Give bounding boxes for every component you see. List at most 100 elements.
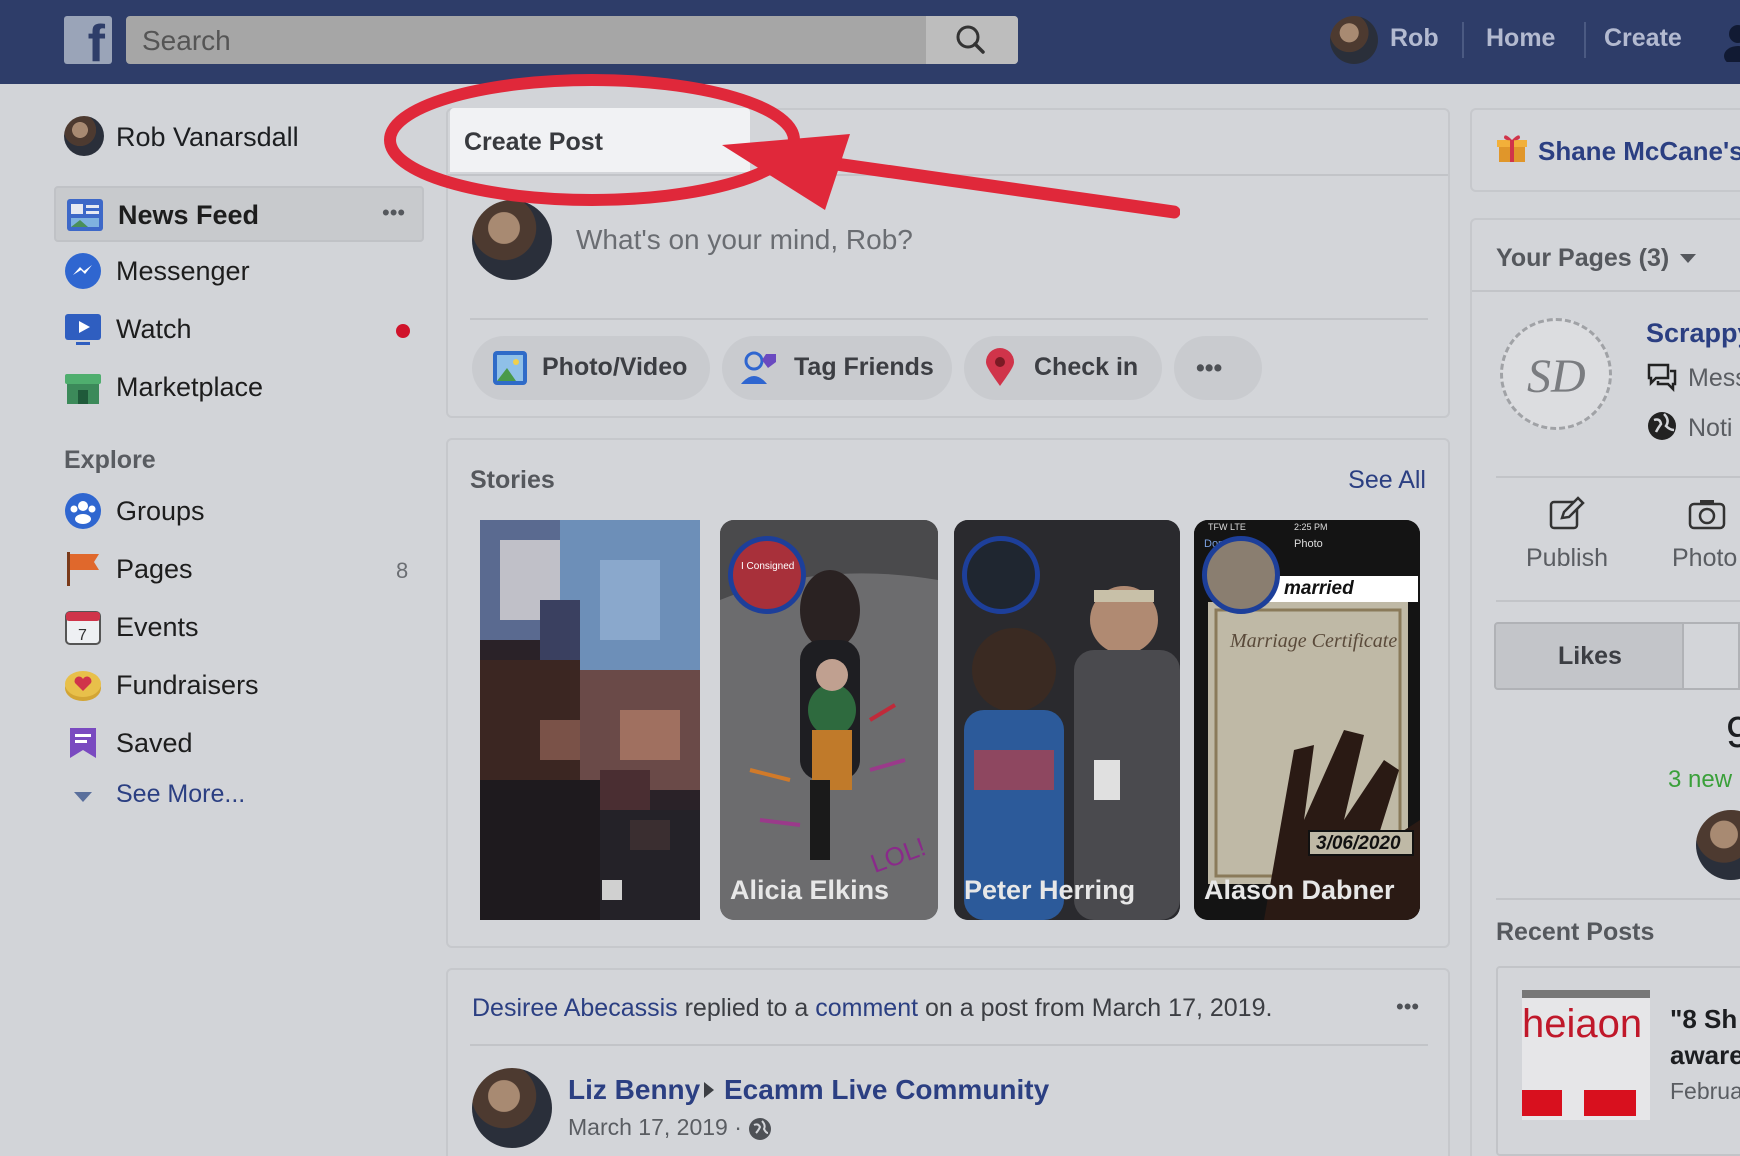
pages-flag-icon bbox=[67, 552, 99, 586]
search-input[interactable]: Search bbox=[126, 16, 1018, 64]
page-name-link[interactable]: Scrappy bbox=[1646, 318, 1740, 349]
check-in-label: Check in bbox=[1034, 353, 1139, 381]
page-logo[interactable]: SD bbox=[1500, 318, 1612, 430]
sidebar-item-fundraisers[interactable]: Fundraisers bbox=[54, 658, 424, 714]
search-button[interactable] bbox=[926, 16, 1018, 64]
group-link[interactable]: Ecamm Live Community bbox=[724, 1074, 1049, 1106]
story-name: Peter Herring bbox=[964, 875, 1136, 905]
recent-post-thumbnail: heiaon bbox=[1522, 990, 1650, 1120]
birthday-link[interactable]: Shane McCane's bbox=[1538, 136, 1740, 167]
messages-icon[interactable] bbox=[1646, 362, 1678, 392]
home-link[interactable]: Home bbox=[1486, 24, 1555, 53]
user-avatar[interactable] bbox=[1330, 16, 1378, 64]
phone-photo-title: Photo bbox=[1294, 538, 1323, 550]
your-pages-heading[interactable]: Your Pages (3) bbox=[1496, 244, 1669, 273]
sidebar-item-marketplace[interactable]: Marketplace bbox=[54, 360, 424, 416]
stories-heading: Stories bbox=[470, 466, 555, 494]
story-avatar-ring bbox=[1202, 536, 1280, 614]
sidebar-item-saved[interactable]: Saved bbox=[54, 716, 424, 772]
divider bbox=[470, 1044, 1428, 1046]
saved-icon bbox=[70, 728, 96, 758]
composer-more-button[interactable]: ••• bbox=[1174, 336, 1262, 400]
divider bbox=[1496, 476, 1740, 478]
photo-button-label[interactable]: Photo bbox=[1672, 544, 1737, 573]
sidebar-item-label: Pages bbox=[116, 554, 193, 584]
post-date[interactable]: March 17, 2019 · bbox=[568, 1114, 742, 1141]
story-avatar-text: I Consigned bbox=[741, 561, 795, 572]
sidebar-item-news-feed[interactable]: News Feed ••• bbox=[54, 186, 424, 242]
nav-divider bbox=[1584, 22, 1586, 58]
composer-input[interactable]: What's on your mind, Rob? bbox=[576, 224, 913, 256]
sidebar-item-label: Watch bbox=[116, 314, 192, 344]
facebook-logo-icon[interactable]: f bbox=[64, 16, 112, 64]
likes-tab-label: Likes bbox=[1558, 642, 1622, 670]
page-logo-text: SD bbox=[1527, 350, 1586, 403]
new-likes-count: 3 new bbox=[1668, 766, 1733, 793]
thumbnail-text: heiaon bbox=[1522, 1002, 1643, 1046]
story-card[interactable]: TFW LTE 2:25 PM Done Photo married Marri… bbox=[1194, 520, 1420, 920]
story-card[interactable]: I Consigned LOL! Alicia Elkins bbox=[720, 520, 938, 920]
see-all-stories-link[interactable]: See All bbox=[1348, 466, 1426, 495]
globe-notifications-icon[interactable] bbox=[1646, 410, 1678, 442]
sidebar-item-events[interactable]: 7 Events bbox=[54, 600, 424, 656]
profile-avatar[interactable] bbox=[64, 116, 104, 156]
sidebar-item-groups[interactable]: Groups bbox=[54, 484, 424, 540]
comment-link[interactable]: comment bbox=[815, 994, 918, 1022]
likes-count: 9 bbox=[1726, 708, 1740, 757]
page-notifications-label[interactable]: Noti bbox=[1688, 414, 1732, 443]
globe-icon bbox=[749, 1118, 771, 1140]
profile-name-link[interactable]: Rob Vanarsdall bbox=[116, 122, 299, 153]
recent-post-title-line2: aware bbox=[1670, 1040, 1740, 1070]
groups-icon bbox=[65, 493, 101, 529]
sidebar-item-label: Saved bbox=[116, 728, 193, 758]
profile-link[interactable]: Rob bbox=[1390, 24, 1439, 53]
tab-next[interactable] bbox=[1684, 622, 1740, 690]
photo-video-label: Photo/Video bbox=[542, 353, 688, 381]
story-name: Alicia Elkins bbox=[730, 875, 890, 905]
dropdown-caret-icon[interactable] bbox=[1680, 254, 1696, 263]
sidebar-item-label: Fundraisers bbox=[116, 670, 259, 700]
tag-friends-button[interactable]: Tag Friends bbox=[722, 336, 952, 400]
photo-video-icon bbox=[493, 351, 527, 385]
svg-text:7: 7 bbox=[78, 627, 87, 644]
caret-right-icon bbox=[704, 1082, 714, 1098]
divider bbox=[1496, 600, 1740, 602]
search-icon bbox=[956, 25, 985, 54]
publish-button-label[interactable]: Publish bbox=[1526, 544, 1608, 573]
page-messages-label[interactable]: Mess bbox=[1688, 364, 1740, 393]
sidebar-item-label: Marketplace bbox=[116, 372, 264, 402]
explore-heading: Explore bbox=[64, 446, 156, 474]
sidebar-item-label: Messenger bbox=[116, 256, 250, 286]
tab-likes[interactable]: Likes bbox=[1494, 622, 1684, 690]
publish-edit-icon[interactable] bbox=[1548, 496, 1586, 532]
camera-icon[interactable] bbox=[1688, 498, 1726, 530]
pages-count: 8 bbox=[396, 558, 409, 583]
notification-dot bbox=[396, 324, 410, 338]
story-date-text: 3/06/2020 bbox=[1316, 833, 1401, 854]
story-avatar-ring bbox=[962, 536, 1040, 614]
story-card[interactable] bbox=[480, 520, 700, 920]
check-in-button[interactable]: Check in bbox=[964, 336, 1162, 400]
see-more-link[interactable]: See More... bbox=[116, 780, 245, 809]
sidebar-item-watch[interactable]: Watch bbox=[54, 302, 424, 358]
gift-icon bbox=[1497, 135, 1527, 162]
post-more-options-icon[interactable]: ••• bbox=[1396, 994, 1419, 1020]
friend-requests-icon[interactable] bbox=[1722, 22, 1740, 62]
story-overlay-text: married bbox=[1284, 578, 1354, 599]
phone-time-text: 2:25 PM bbox=[1294, 522, 1328, 532]
create-link[interactable]: Create bbox=[1604, 24, 1682, 53]
author-avatar[interactable] bbox=[472, 1068, 552, 1148]
actor-link[interactable]: Desiree Abecassis bbox=[472, 994, 678, 1022]
sidebar-item-messenger[interactable]: Messenger bbox=[54, 244, 424, 300]
story-card[interactable]: Peter Herring bbox=[954, 520, 1180, 920]
sidebar-item-pages[interactable]: Pages 8 bbox=[54, 542, 424, 598]
activity-text: replied to a bbox=[677, 994, 816, 1022]
photo-video-button[interactable]: Photo/Video bbox=[472, 336, 710, 400]
sidebar-item-label: Events bbox=[116, 612, 199, 642]
tag-friends-icon bbox=[741, 351, 776, 384]
author-link[interactable]: Liz Benny bbox=[568, 1074, 700, 1106]
marketplace-icon bbox=[65, 374, 101, 404]
sidebar-item-label: Groups bbox=[116, 496, 205, 526]
divider bbox=[470, 318, 1428, 320]
recent-post-date: Februa bbox=[1670, 1078, 1740, 1104]
